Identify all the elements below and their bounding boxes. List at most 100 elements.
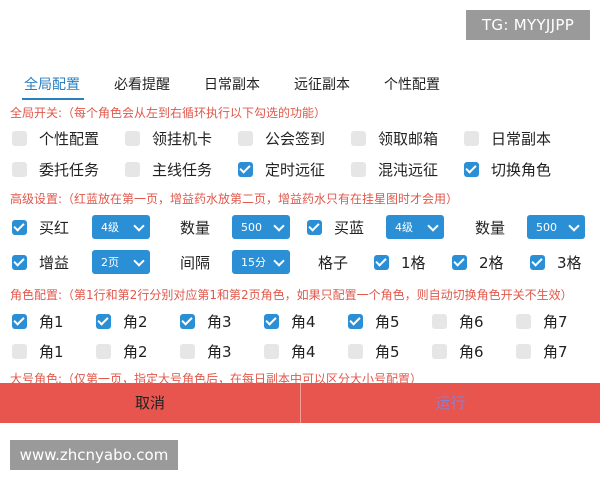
buy-blue-label: 买蓝 <box>334 218 365 237</box>
switch-personal-config[interactable]: 个性配置 <box>12 125 99 151</box>
role-label: 角5 <box>375 312 400 331</box>
tab-bar: 全局配置 必看提醒 日常副本 远征副本 个性配置 <box>0 64 600 100</box>
red-quantity-select[interactable]: 500 <box>232 215 290 239</box>
checkbox-checked-icon[interactable] <box>264 313 279 329</box>
switch-idle-card[interactable]: 领挂机卡 <box>125 125 212 151</box>
switch-main-quest[interactable]: 主线任务 <box>125 156 212 182</box>
checkbox-icon[interactable] <box>12 343 27 359</box>
cancel-button[interactable]: 取消 <box>0 383 300 423</box>
switch-label: 领取邮箱 <box>378 129 439 148</box>
role-toggle[interactable]: 角1 <box>12 308 64 334</box>
role-toggle[interactable]: 角2 <box>96 308 148 334</box>
role-toggle[interactable]: 角4 <box>264 308 316 334</box>
checkbox-icon[interactable] <box>351 161 366 177</box>
checkbox-checked-icon[interactable] <box>238 161 253 177</box>
checkbox-checked-icon[interactable] <box>348 313 363 329</box>
grid-2-toggle[interactable]: 2格 <box>452 249 504 275</box>
role-toggle[interactable]: 角6 <box>432 308 484 334</box>
role-toggle[interactable]: 角3 <box>180 338 232 364</box>
switch-timed-expedition[interactable]: 定时远征 <box>238 156 325 182</box>
grid-label: 格子 <box>318 254 349 272</box>
tab-must-read[interactable]: 必看提醒 <box>114 74 170 94</box>
role-label: 角7 <box>543 342 568 361</box>
checkbox-checked-icon[interactable] <box>374 254 389 270</box>
buff-interval-label: 间隔 <box>180 254 211 272</box>
checkbox-checked-icon[interactable] <box>96 313 111 329</box>
checkbox-checked-icon[interactable] <box>530 254 545 270</box>
switch-label: 主线任务 <box>152 160 213 179</box>
chevron-down-icon <box>133 220 145 232</box>
checkbox-icon[interactable] <box>264 343 279 359</box>
role-toggle[interactable]: 角4 <box>264 338 316 364</box>
role-toggle[interactable]: 角2 <box>96 338 148 364</box>
checkbox-checked-icon[interactable] <box>180 313 195 329</box>
red-level-value: 4级 <box>101 221 119 234</box>
global-row-1: 个性配置 领挂机卡 公会签到 领取邮箱 日常副本 <box>0 125 600 151</box>
switch-label: 委托任务 <box>39 160 100 179</box>
checkbox-icon[interactable] <box>348 343 363 359</box>
switch-chaos-expedition[interactable]: 混沌远征 <box>351 156 438 182</box>
checkbox-checked-icon[interactable] <box>12 254 27 270</box>
checkbox-icon[interactable] <box>238 130 253 146</box>
blue-quantity-value: 500 <box>536 220 557 234</box>
blue-level-select[interactable]: 4级 <box>386 215 444 239</box>
tab-daily-dungeon[interactable]: 日常副本 <box>204 74 260 94</box>
tab-personal-config[interactable]: 个性配置 <box>384 74 440 94</box>
role-label: 角2 <box>123 312 148 331</box>
buff-page-select[interactable]: 2页 <box>92 250 150 274</box>
buff-interval-select[interactable]: 15分 <box>232 250 290 274</box>
grid-3-toggle[interactable]: 3格 <box>530 249 582 275</box>
chevron-down-icon <box>568 220 580 232</box>
checkbox-icon[interactable] <box>96 343 111 359</box>
checkbox-icon[interactable] <box>432 313 447 329</box>
tab-expedition-dungeon[interactable]: 远征副本 <box>294 74 350 94</box>
checkbox-icon[interactable] <box>125 130 140 146</box>
switch-switch-role[interactable]: 切换角色 <box>464 156 551 182</box>
global-row-2: 委托任务 主线任务 定时远征 混沌远征 切换角色 <box>0 156 600 182</box>
checkbox-icon[interactable] <box>180 343 195 359</box>
checkbox-icon[interactable] <box>125 161 140 177</box>
tab-global-config[interactable]: 全局配置 <box>24 74 80 94</box>
role-toggle[interactable]: 角5 <box>348 308 400 334</box>
role-label: 角2 <box>123 342 148 361</box>
red-quantity-label: 数量 <box>180 219 211 237</box>
buy-blue-toggle[interactable]: 买蓝 <box>307 214 364 240</box>
checkbox-checked-icon[interactable] <box>452 254 467 270</box>
red-level-select[interactable]: 4级 <box>92 215 150 239</box>
role-toggle[interactable]: 角7 <box>516 308 568 334</box>
switch-label: 切换角色 <box>491 160 552 179</box>
checkbox-checked-icon[interactable] <box>12 219 27 235</box>
blue-quantity-select[interactable]: 500 <box>527 215 585 239</box>
roles-row-2: 角1 角2 角3 角4 角5 角6 角7 <box>0 338 600 364</box>
role-toggle[interactable]: 角7 <box>516 338 568 364</box>
checkbox-icon[interactable] <box>432 343 447 359</box>
checkbox-checked-icon[interactable] <box>464 161 479 177</box>
checkbox-checked-icon[interactable] <box>12 313 27 329</box>
switch-guild-signin[interactable]: 公会签到 <box>238 125 325 151</box>
role-toggle[interactable]: 角6 <box>432 338 484 364</box>
role-label: 角4 <box>291 342 316 361</box>
checkbox-icon[interactable] <box>464 130 479 146</box>
checkbox-icon[interactable] <box>516 313 531 329</box>
checkbox-icon[interactable] <box>12 161 27 177</box>
role-toggle[interactable]: 角5 <box>348 338 400 364</box>
grid-1-toggle[interactable]: 1格 <box>374 249 426 275</box>
role-label: 角1 <box>39 342 64 361</box>
grid-option-label: 1格 <box>401 253 426 272</box>
buff-page-value: 2页 <box>101 256 119 269</box>
buff-toggle[interactable]: 增益 <box>12 249 69 275</box>
checkbox-icon[interactable] <box>351 130 366 146</box>
switch-claim-mail[interactable]: 领取邮箱 <box>351 125 438 151</box>
role-toggle[interactable]: 角3 <box>180 308 232 334</box>
switch-daily-dungeon[interactable]: 日常副本 <box>464 125 551 151</box>
red-quantity-value: 500 <box>241 220 262 234</box>
checkbox-checked-icon[interactable] <box>307 219 322 235</box>
switch-commission-task[interactable]: 委托任务 <box>12 156 99 182</box>
checkbox-icon[interactable] <box>516 343 531 359</box>
active-tab-indicator <box>22 98 84 100</box>
run-button[interactable]: 运行 <box>301 383 600 423</box>
buy-red-toggle[interactable]: 买红 <box>12 214 69 240</box>
role-toggle[interactable]: 角1 <box>12 338 64 364</box>
checkbox-icon[interactable] <box>12 130 27 146</box>
buy-red-label: 买红 <box>39 218 70 237</box>
